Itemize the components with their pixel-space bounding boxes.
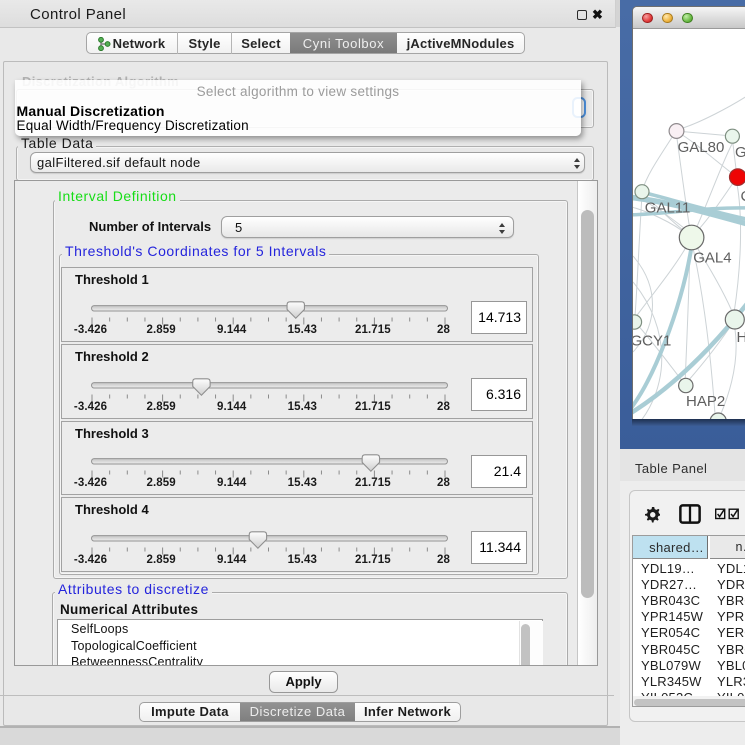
svg-text:GA: GA	[735, 144, 745, 161]
svg-text:C: C	[741, 188, 745, 205]
svg-text:GAL11: GAL11	[645, 200, 691, 217]
svg-text:GAL4: GAL4	[693, 250, 731, 267]
svg-text:HAP2: HAP2	[686, 393, 725, 410]
svg-text:H: H	[737, 329, 745, 346]
svg-text:GCY1: GCY1	[633, 333, 671, 350]
svg-text:GAL80: GAL80	[678, 139, 725, 156]
